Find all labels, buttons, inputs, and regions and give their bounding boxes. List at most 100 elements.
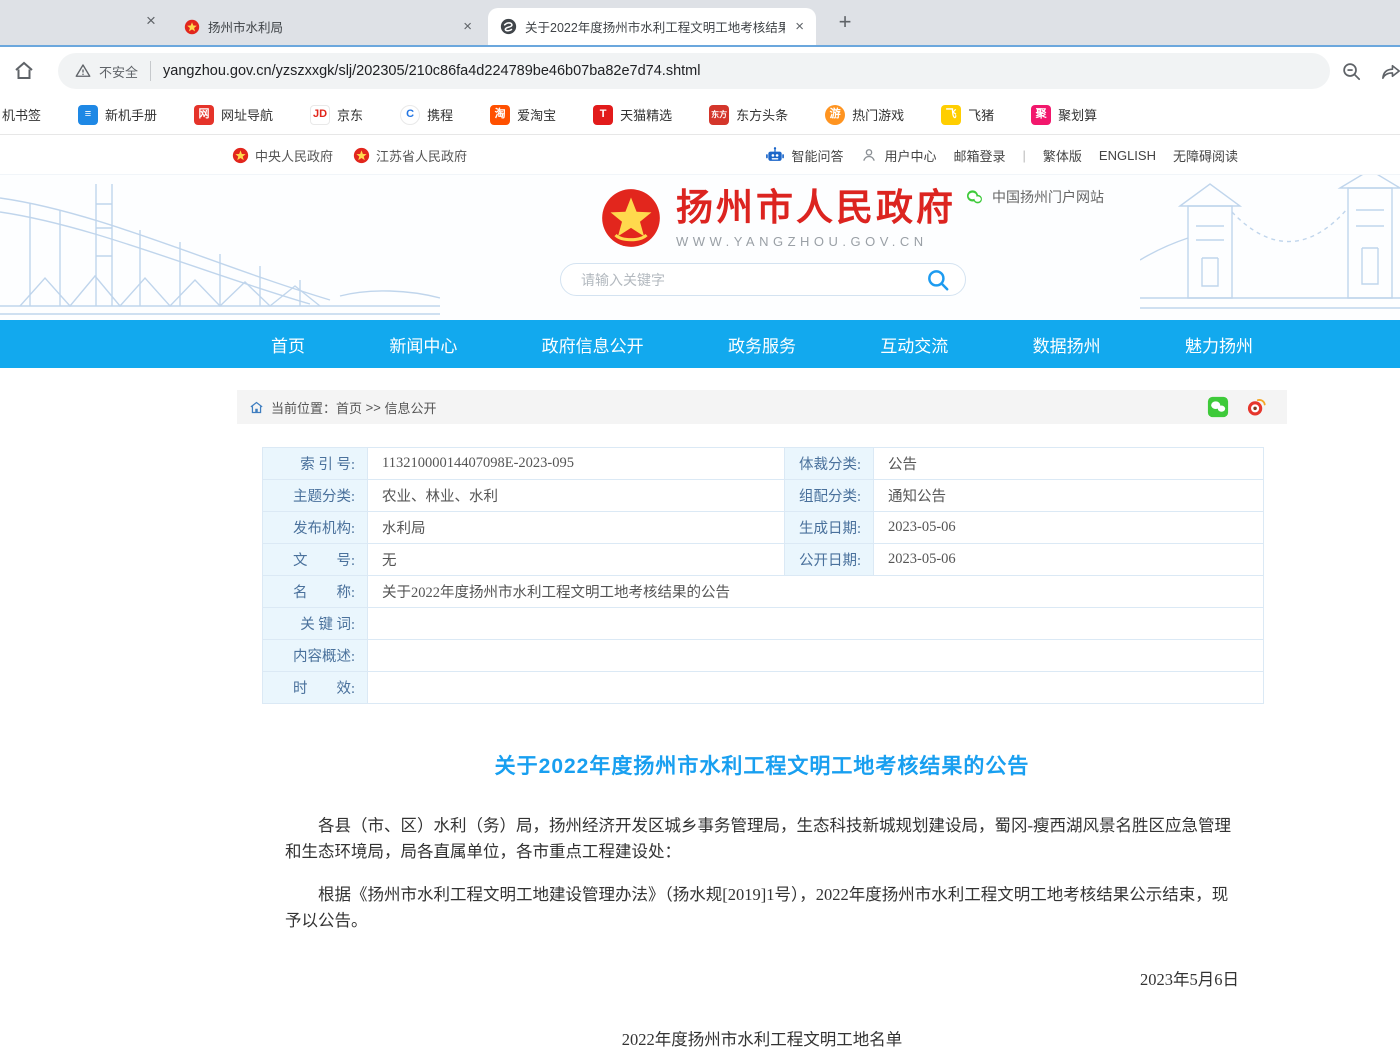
article-date: 2023年5月6日: [285, 966, 1239, 990]
share-icon[interactable]: [1380, 60, 1400, 83]
tab-title: 关于2022年度扬州市水利工程文明工地考核结果的公告: [525, 17, 785, 36]
breadcrumb: 当前位置： 首页 >> 信息公开: [237, 390, 1287, 424]
link-smart-qa[interactable]: 智能问答: [765, 145, 843, 165]
nav-item-services[interactable]: 政务服务: [728, 332, 796, 357]
banner-art-left: [0, 178, 440, 320]
nav-item-home[interactable]: 首页: [271, 332, 305, 357]
meta-label-created-date: 生成日期:: [785, 512, 873, 543]
meta-value-group: 通知公告: [874, 480, 1263, 511]
link-accessibility[interactable]: 无障碍阅读: [1173, 146, 1238, 165]
meta-label-topic: 主题分类:: [263, 480, 367, 511]
article-paragraph: 各县（市、区）水利（务）局，扬州经济开发区城乡事务管理局，生态科技新城规划建设局…: [285, 813, 1239, 865]
meta-value-created-date: 2023-05-06: [874, 512, 1263, 543]
link-user-center[interactable]: 用户中心: [860, 146, 936, 165]
meta-value-index-no: 11321000014407098E-2023-095: [368, 448, 784, 479]
breadcrumb-home-icon: [249, 400, 264, 415]
meta-value-title: 关于2022年度扬州市水利工程文明工地考核结果的公告: [368, 576, 1263, 607]
nav-item-charm[interactable]: 魅力扬州: [1185, 332, 1253, 357]
eastday-icon: 东方: [709, 105, 729, 125]
manual-icon: ≡: [78, 105, 98, 125]
address-bar[interactable]: 不安全 yangzhou.gov.cn/yzszxxgk/slj/202305/…: [58, 53, 1330, 89]
article-list-heading: 2022年度扬州市水利工程文明工地名单: [285, 1026, 1239, 1050]
tab-close-icon[interactable]: ×: [461, 18, 474, 35]
tab-active-announcement[interactable]: 关于2022年度扬州市水利工程文明工地考核结果的公告 ×: [488, 8, 816, 45]
ghost-tab-close-icon[interactable]: ×: [146, 11, 156, 31]
link-traditional-version[interactable]: 繁体版: [1043, 146, 1082, 165]
nav-item-data[interactable]: 数据扬州: [1033, 332, 1101, 357]
site-logo[interactable]: 扬州市人民政府 WWW.YANGZHOU.GOV.CN: [600, 187, 956, 249]
site-url: WWW.YANGZHOU.GOV.CN: [676, 234, 956, 249]
link-jiangsu-government[interactable]: 江苏省人民政府: [353, 146, 467, 165]
new-tab-button[interactable]: +: [830, 7, 860, 37]
link-english-version[interactable]: ENGLISH: [1099, 148, 1156, 163]
url-text[interactable]: yangzhou.gov.cn/yzszxxgk/slj/202305/210c…: [163, 63, 700, 79]
bookmark-url-navigation[interactable]: 网 网址导航: [194, 105, 273, 125]
meta-value-issuer: 水利局: [368, 512, 784, 543]
bookmark-new-phone-manual[interactable]: ≡ 新机手册: [78, 105, 157, 125]
games-icon: 游: [825, 105, 845, 125]
bookmark-ctrip[interactable]: C 携程: [400, 105, 453, 125]
tmall-icon: T: [593, 105, 613, 125]
topbar-separator: |: [1023, 148, 1026, 163]
meta-value-keywords: [368, 608, 1263, 639]
national-emblem-icon: [600, 187, 662, 249]
home-icon[interactable]: [12, 59, 36, 83]
site-name: 扬州市人民政府: [676, 187, 956, 230]
wechat-share-icon[interactable]: [1207, 396, 1229, 418]
nav-item-interaction[interactable]: 互动交流: [880, 332, 948, 357]
portal-label: 中国扬州门户网站: [992, 187, 1104, 207]
breadcrumb-section-link[interactable]: 信息公开: [384, 398, 436, 417]
national-emblem-icon: [353, 147, 370, 164]
browser-tabstrip: × 扬州市水利局 × 关于2022年度扬州市水利工程文明工地考核结果的公告 × …: [0, 0, 1400, 45]
person-icon: [860, 146, 878, 164]
wechat-icon: [965, 188, 984, 207]
search-box[interactable]: [560, 263, 966, 296]
taobao-icon: 淘: [490, 105, 510, 125]
meta-label-validity: 时 效:: [263, 672, 367, 703]
warning-triangle-icon[interactable]: [74, 62, 92, 80]
article-body: 各县（市、区）水利（务）局，扬州经济开发区城乡事务管理局，生态科技新城规划建设局…: [237, 813, 1287, 1050]
article-paragraph: 根据《扬州市水利工程文明工地建设管理办法》（扬水规[2019]1号），2022年…: [285, 882, 1239, 934]
bookmark-mobile-bookmarks[interactable]: 机书签: [2, 105, 41, 124]
bookmark-eastday[interactable]: 东方 东方头条: [709, 105, 788, 125]
document-meta-table: 索 引 号: 11321000014407098E-2023-095 体裁分类:…: [262, 447, 1264, 704]
article-title: 关于2022年度扬州市水利工程文明工地考核结果的公告: [237, 750, 1287, 780]
banner-art-right: [1140, 175, 1400, 320]
bookmark-aitaobao[interactable]: 淘 爱淘宝: [490, 105, 556, 125]
breadcrumb-home-link[interactable]: 首页: [336, 398, 362, 417]
navigation-icon: 网: [194, 105, 214, 125]
link-central-government[interactable]: 中央人民政府: [232, 146, 333, 165]
ctrip-icon: C: [400, 105, 420, 125]
bookmark-juhuasuan[interactable]: 聚 聚划算: [1031, 105, 1097, 125]
tab-close-icon[interactable]: ×: [793, 18, 806, 35]
bookmark-jd[interactable]: JD 京东: [310, 105, 363, 125]
search-input[interactable]: [581, 272, 925, 288]
meta-value-topic: 农业、林业、水利: [368, 480, 784, 511]
search-icon[interactable]: [925, 267, 951, 293]
nav-item-gov-info[interactable]: 政府信息公开: [542, 332, 644, 357]
link-mail-login[interactable]: 邮箱登录: [953, 146, 1005, 165]
security-label: 不安全: [99, 62, 138, 81]
meta-label-doc-no: 文 号:: [263, 544, 367, 575]
bookmark-hot-games[interactable]: 游 热门游戏: [825, 105, 904, 125]
bookmark-tmall[interactable]: T 天猫精选: [593, 105, 672, 125]
meta-value-summary: [368, 640, 1263, 671]
page-content: 当前位置： 首页 >> 信息公开 索 引 号: 1132100001440709…: [0, 368, 1400, 997]
meta-label-title: 名 称:: [263, 576, 367, 607]
meta-value-genre: 公告: [874, 448, 1263, 479]
weibo-share-icon[interactable]: [1245, 396, 1267, 418]
nav-item-news[interactable]: 新闻中心: [389, 332, 457, 357]
address-divider: [150, 61, 151, 81]
zoom-out-icon[interactable]: [1340, 60, 1363, 83]
breadcrumb-separator: >>: [362, 400, 384, 415]
portal-label-row: 中国扬州门户网站: [965, 187, 1104, 207]
site-topbar: 中央人民政府 江苏省人民政府 智能问答 用户中心 邮箱登录 | 繁体版: [0, 135, 1400, 175]
jd-icon: JD: [310, 105, 330, 125]
breadcrumb-prefix: 当前位置：: [271, 398, 336, 417]
juhuasuan-icon: 聚: [1031, 105, 1051, 125]
bookmark-fliggy[interactable]: 飞 飞猪: [941, 105, 994, 125]
national-emblem-icon: [184, 19, 200, 35]
browser-toolbar: 不安全 yangzhou.gov.cn/yzszxxgk/slj/202305/…: [0, 45, 1400, 95]
tab-yangzhou-water-bureau[interactable]: 扬州市水利局 ×: [172, 8, 484, 45]
main-nav: 首页 新闻中心 政府信息公开 政务服务 互动交流 数据扬州 魅力扬州: [0, 320, 1400, 368]
